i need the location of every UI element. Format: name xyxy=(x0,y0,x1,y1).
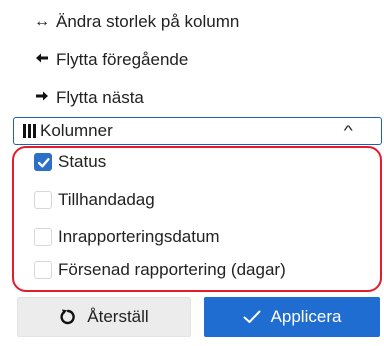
arrow-left-icon xyxy=(34,51,50,70)
checkbox-checked[interactable] xyxy=(34,153,52,171)
resize-column-item[interactable]: ↔ Ändra storlek på kolumn xyxy=(34,8,239,36)
column-option-label: Försenad rapportering (dagar) xyxy=(58,260,286,279)
reset-icon xyxy=(60,309,76,325)
column-option-status[interactable]: Status xyxy=(34,149,106,175)
checkmark-icon xyxy=(243,310,261,323)
checkbox[interactable] xyxy=(34,261,52,279)
move-previous-label: Flytta föregående xyxy=(56,50,189,69)
column-option-inrapporteringsdatum[interactable]: Inrapporteringsdatum xyxy=(34,224,220,250)
move-previous-item[interactable]: Flytta föregående xyxy=(34,46,188,74)
reset-button[interactable]: Återställ xyxy=(17,297,191,337)
column-option-label: Tillhandadag xyxy=(58,190,155,209)
arrow-right-icon xyxy=(34,89,50,108)
resize-column-label: Ändra storlek på kolumn xyxy=(56,12,240,31)
column-option-tillhandadag[interactable]: Tillhandadag xyxy=(34,187,155,213)
reset-label: Återställ xyxy=(87,307,149,326)
apply-button[interactable]: Applicera xyxy=(204,297,380,337)
left-right-arrow-icon: ↔ xyxy=(34,13,50,30)
move-next-item[interactable]: Flytta nästa xyxy=(34,84,144,112)
column-option-label: Inrapporteringsdatum xyxy=(58,227,220,246)
column-option-label: Status xyxy=(58,152,107,171)
checkbox[interactable] xyxy=(34,191,52,209)
columns-toggle[interactable]: Kolumner ^ xyxy=(13,117,382,145)
move-next-label: Flytta nästa xyxy=(56,88,144,107)
columns-label: Kolumner xyxy=(40,121,113,140)
chevron-up-icon: ^ xyxy=(343,122,353,138)
columns-icon xyxy=(23,124,36,138)
checkbox[interactable] xyxy=(34,228,52,246)
column-option-forsenad-rapportering[interactable]: Försenad rapportering (dagar) xyxy=(34,257,286,283)
apply-label: Applicera xyxy=(270,307,342,326)
checkmark-icon xyxy=(37,157,50,167)
